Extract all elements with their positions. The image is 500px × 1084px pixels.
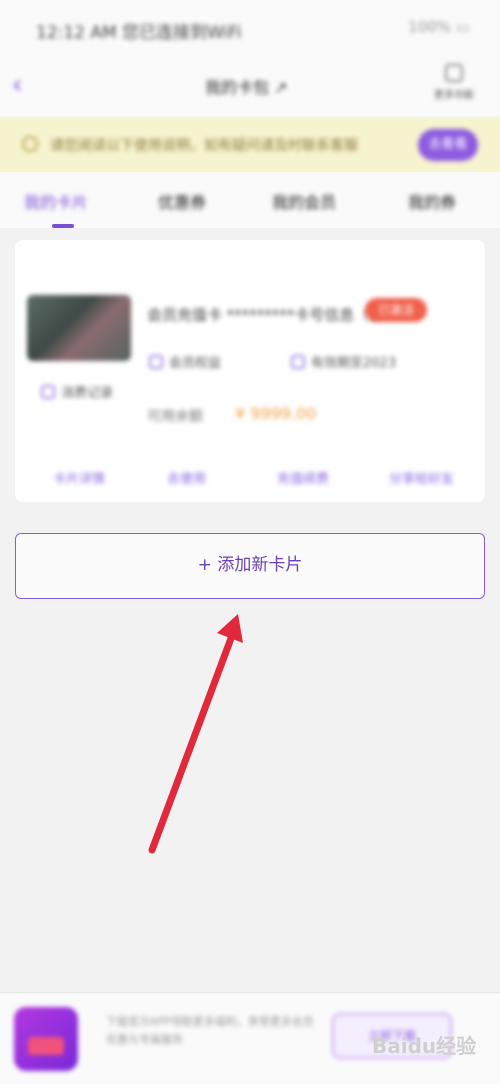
tab-vouchers[interactable]: 我的券 bbox=[408, 189, 456, 213]
status-badge: 已激活 bbox=[365, 298, 427, 322]
app-logo[interactable] bbox=[14, 1007, 78, 1071]
status-bar: 12:12 AM 您已连接到WiFi 100% ▭ bbox=[0, 0, 500, 58]
grid-icon bbox=[445, 64, 463, 82]
logo-mark bbox=[28, 1037, 64, 1055]
arrow-shaft bbox=[148, 629, 237, 854]
use-card-link[interactable]: 去使用 bbox=[167, 468, 206, 487]
tab-bar: 我的卡片 优惠券 我的会员 我的券 bbox=[0, 172, 500, 228]
card-detail-link[interactable]: 卡片详情 bbox=[53, 468, 105, 487]
notice-banner: 请您阅读以下使用说明，如有疑问请及时联系客服 去看看 bbox=[0, 118, 500, 172]
card-meta-records-label: 消费记录 bbox=[61, 386, 114, 401]
tab-my-cards[interactable]: 我的卡片 bbox=[24, 189, 88, 213]
recharge-link[interactable]: 充值续费 bbox=[277, 468, 329, 487]
tab-memberships[interactable]: 我的会员 bbox=[272, 189, 336, 213]
card-meta-records: 消费记录 bbox=[41, 382, 113, 401]
notice-text: 请您阅读以下使用说明，如有疑问请及时联系客服 bbox=[50, 138, 358, 154]
balance-label: 可用余额 bbox=[147, 409, 203, 425]
nav-bar: ‹ 我的卡包 ↗ 更多功能 bbox=[0, 58, 500, 116]
status-time: 12:12 AM 您已连接到WiFi bbox=[36, 23, 242, 43]
more-menu-button[interactable]: 更多功能 bbox=[426, 60, 482, 112]
benefit-icon bbox=[149, 355, 163, 369]
balance-value: ¥ 9999.00 bbox=[235, 404, 317, 423]
card-title: 会员充值卡 *********卡号信息（1 bbox=[147, 306, 379, 324]
tab-coupons[interactable]: 优惠券 bbox=[158, 189, 206, 213]
calendar-icon bbox=[291, 355, 305, 369]
card-meta-benefits: 会员权益 bbox=[149, 352, 221, 371]
card-meta-benefits-label: 会员权益 bbox=[169, 356, 222, 371]
promo-text: 下载官方APP领取更多福利，享受更多会员优惠与专属服务 bbox=[106, 1015, 314, 1046]
active-tab-indicator bbox=[52, 224, 74, 228]
card-thumbnail bbox=[27, 295, 131, 361]
status-battery: 100% ▭ bbox=[408, 18, 470, 36]
card-meta-expiry: 有效期至2023 bbox=[291, 352, 396, 371]
add-new-card-button[interactable]: + 添加新卡片 bbox=[15, 533, 485, 599]
record-icon bbox=[41, 385, 55, 399]
more-menu-label: 更多功能 bbox=[434, 90, 474, 101]
watermark: Baidu经验 bbox=[372, 1034, 477, 1058]
notice-button[interactable]: 去看看 bbox=[418, 129, 478, 161]
back-arrow-icon[interactable]: ‹ bbox=[12, 70, 34, 100]
card-meta-expiry-label: 有效期至2023 bbox=[311, 356, 397, 371]
arrow-head bbox=[217, 614, 243, 643]
page-title: 我的卡包 ↗ bbox=[205, 78, 288, 97]
share-link[interactable]: 分享给好友 bbox=[389, 468, 454, 487]
member-card[interactable]: 会员充值卡 *********卡号信息（1 已激活 会员权益 有效期至2023 … bbox=[15, 240, 485, 502]
info-icon bbox=[22, 136, 38, 152]
